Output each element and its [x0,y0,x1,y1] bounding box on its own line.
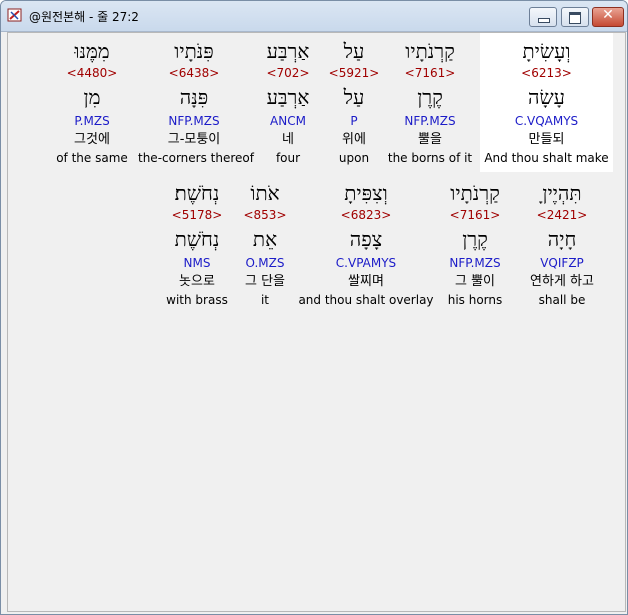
english-gloss: with brass [166,293,228,307]
title-bar[interactable]: @원전본해 - 줄 27:2 ✕ [1,1,627,32]
interlinear-view: וְעָשִׂיתָ <6213> עָשָׂה C.VQAMYS 만들되 An… [7,32,626,612]
morph-code: C.VQAMYS [514,114,579,128]
hebrew-root[interactable]: עַל [326,85,382,109]
morph-code: C.VPAMYS [335,256,397,270]
english-gloss: the-corners thereof [138,151,254,165]
morph-code: NFP.MZS [168,114,220,128]
english-gloss: it [260,293,270,307]
strongs-number[interactable]: <7161> [382,65,478,81]
morph-code: NFP.MZS [449,256,501,270]
morph-code: P [350,114,358,128]
bible-app-icon [7,8,22,22]
english-gloss: shall be [538,293,586,307]
korean-gloss: 만들되 [528,132,565,147]
strongs-number[interactable]: <6213> [480,65,613,81]
korean-gloss: 그 단을 [244,274,285,289]
hebrew-root[interactable]: חָיָה [516,227,608,251]
morph-code: NMS [183,256,211,270]
minimize-button[interactable] [529,7,557,27]
strongs-number[interactable]: <2421> [516,207,608,223]
hebrew-root[interactable]: קֶרֶן [434,227,516,251]
morph-code: NFP.MZS [404,114,456,128]
korean-gloss: 쌀찌며 [348,274,384,289]
korean-gloss: 연하게 하고 [530,274,594,289]
hebrew-word[interactable]: מִמֶּנּוּ [50,39,134,63]
strongs-number[interactable]: <853> [234,207,296,223]
english-gloss: upon [338,151,370,165]
maximize-icon [569,12,581,24]
hebrew-root[interactable]: צָפָה [298,227,434,251]
hebrew-root[interactable]: אַרְבַּע [250,85,326,109]
close-button[interactable]: ✕ [592,7,624,27]
korean-gloss: 네 [282,132,294,147]
english-gloss: And thou shalt make [484,151,609,165]
morph-code: O.MZS [245,256,285,270]
hebrew-root[interactable]: פִּנָּה [138,85,250,109]
strongs-number[interactable]: <5178> [160,207,234,223]
app-window: @원전본해 - 줄 27:2 ✕ וְעָשִׂיתָ <6213> עָשָׂ… [0,0,628,615]
hebrew-word[interactable]: פִּנֹּתָיו [138,39,250,63]
english-gloss: his horns [447,293,503,307]
hebrew-word[interactable]: תִּהְיֶיןָ [516,181,608,205]
hebrew-word[interactable]: קַרְנֹתָיו [382,39,478,63]
strongs-number[interactable]: <6438> [138,65,250,81]
strongs-number[interactable]: <4480> [50,65,134,81]
hebrew-word[interactable]: עַל [326,39,382,63]
minimize-icon [538,18,550,23]
hebrew-root[interactable]: אֵת [234,227,296,251]
korean-gloss: 그것에 [74,132,110,147]
korean-gloss: 그 뿔이 [454,274,495,289]
close-icon: ✕ [602,7,614,23]
korean-gloss: 놋으로 [179,274,215,289]
morph-code: P.MZS [74,114,110,128]
hebrew-word[interactable]: נְחֹשֶׁת׃ [160,181,234,205]
window-title: @원전본해 - 줄 27:2 [29,10,139,24]
korean-gloss: 뿔을 [418,132,442,147]
english-gloss: of the same [56,151,128,165]
strongs-number[interactable]: <5921> [326,65,382,81]
hebrew-word[interactable]: אֹתוֹ [234,181,296,205]
hebrew-root[interactable]: קֶרֶן [382,85,478,109]
hebrew-root[interactable]: נְחֹשֶׁת [160,227,234,251]
maximize-button[interactable] [561,7,589,27]
english-gloss: the borns of it [387,151,473,165]
korean-gloss: 그-모퉁이 [167,132,221,147]
hebrew-root[interactable]: עָשָׂה [480,85,613,109]
morph-code: VQIFZP [540,256,584,270]
hebrew-root[interactable]: מִן [50,85,134,109]
korean-gloss: 위에 [342,132,366,147]
strongs-number[interactable]: <702> [250,65,326,81]
morph-code: ANCM [270,114,306,128]
hebrew-word[interactable]: וְעָשִׂיתָ [480,39,613,63]
hebrew-word[interactable]: קַרְנֹתָיו [434,181,516,205]
hebrew-word[interactable]: וְצִפִּיתָ [298,181,434,205]
hebrew-word[interactable]: אַרְבַּע [250,39,326,63]
strongs-number[interactable]: <6823> [298,207,434,223]
strongs-number[interactable]: <7161> [434,207,516,223]
english-gloss: four [275,151,301,165]
english-gloss: and thou shalt overlay [298,293,434,307]
